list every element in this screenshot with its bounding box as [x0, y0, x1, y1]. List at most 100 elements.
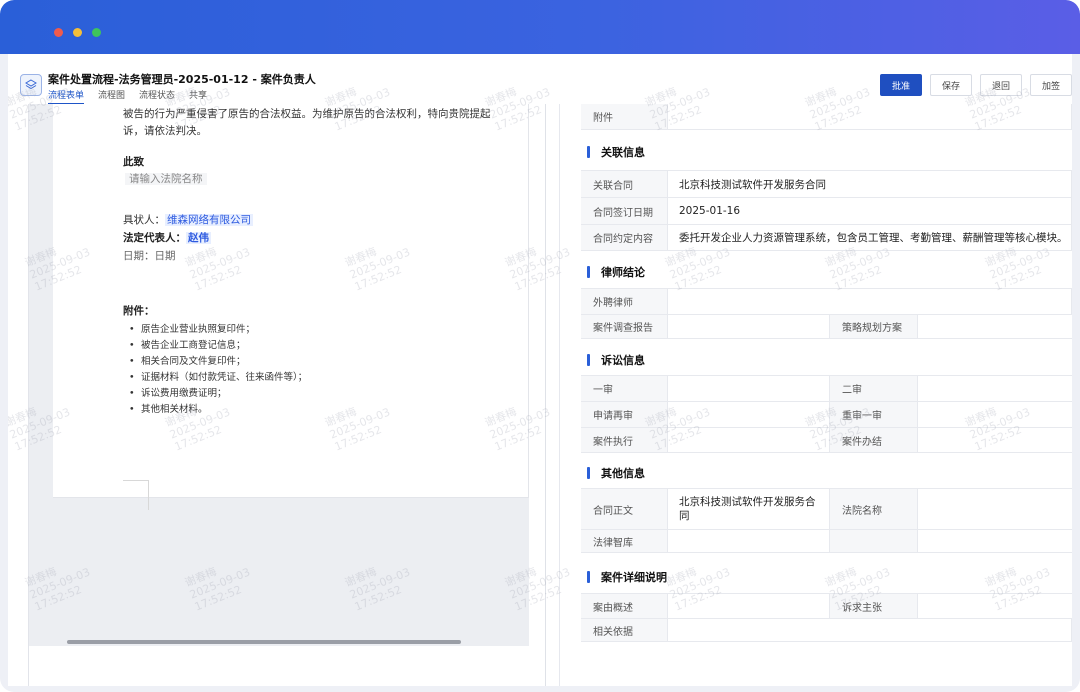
plaintiff-value[interactable]: 维森网络有限公司	[165, 214, 253, 226]
contract-text-label: 合同正文	[581, 489, 668, 529]
doc-closing: 此致	[123, 156, 144, 168]
action-bar: 批准 保存 退回 加签	[880, 74, 1072, 96]
attachments-list: 原告企业营业执照复印件； 被告企业工商登记信息； 相关合同及文件复印件； 证据材…	[129, 322, 307, 418]
document-pane: 被告的行为严重侵害了原告的合法权益。为维护原告的合法权利，特向贵院提起 诉，请依…	[8, 104, 545, 686]
retrial-first-label: 重审一审	[830, 402, 918, 427]
tab-bar: 流程表单 流程图 流程状态 共享	[48, 88, 207, 105]
approve-button[interactable]: 批准	[880, 74, 922, 96]
close-window-icon[interactable]	[54, 28, 63, 37]
list-item: 原告企业营业执照复印件；	[129, 322, 307, 338]
form-row-execution: 案件执行 案件办结	[581, 427, 1072, 453]
form-row-contract-text: 合同正文 北京科技测试软件开发服务合同 法院名称	[581, 488, 1072, 529]
closure-field[interactable]	[918, 428, 1072, 452]
date-label: 日期：	[123, 250, 155, 262]
legal-db-label: 法律智库	[581, 530, 668, 552]
section-case-details: 案件详细说明	[587, 569, 667, 585]
window-frame: 案件处置流程-法务管理员-2025-01-12 - 案件负责人 流程表单 流程图…	[0, 0, 1080, 692]
attachments-title: 附件：	[123, 305, 155, 317]
section-title-text: 案件详细说明	[601, 571, 667, 584]
text-cursor-line	[123, 480, 148, 481]
basis-label: 相关依据	[581, 619, 668, 641]
list-item: 诉讼费用缴费证明；	[129, 386, 307, 402]
contract-field[interactable]: 北京科技测试软件开发服务合同	[668, 171, 1072, 197]
report-label: 案件调查报告	[581, 315, 668, 338]
app-window: 案件处置流程-法务管理员-2025-01-12 - 案件负责人 流程表单 流程图…	[8, 54, 1072, 686]
claim-field[interactable]	[918, 594, 1072, 618]
form-row-report: 案件调查报告 策略规划方案	[581, 314, 1072, 339]
section-other-info: 其他信息	[587, 465, 645, 481]
tab-status[interactable]: 流程状态	[139, 88, 175, 105]
contract-label: 关联合同	[581, 171, 668, 197]
page-header: 案件处置流程-法务管理员-2025-01-12 - 案件负责人 流程表单 流程图…	[8, 54, 1072, 105]
form-row-trial: 一审 二审	[581, 375, 1072, 401]
list-item: 被告企业工商登记信息；	[129, 338, 307, 354]
external-lawyer-label: 外聘律师	[581, 289, 668, 314]
horizontal-scrollbar[interactable]	[67, 640, 461, 644]
list-item: 证据材料（如付款凭证、往来函件等）；	[129, 370, 307, 386]
court-name-label: 法院名称	[830, 489, 918, 529]
doc-paragraph-line-1: 被告的行为严重侵害了原告的合法权益。为维护原告的合法权利，特向贵院提起	[123, 108, 491, 120]
form-row-legal-db: 法律智库	[581, 529, 1072, 553]
strategy-field[interactable]	[918, 315, 1072, 338]
summary-field[interactable]	[668, 594, 830, 618]
second-trial-label: 二审	[830, 376, 918, 401]
list-item: 相关合同及文件复印件；	[129, 354, 307, 370]
court-name-placeholder[interactable]: 请输入法院名称	[125, 173, 207, 185]
report-field[interactable]	[668, 315, 830, 338]
legal-db-empty-field	[918, 530, 1072, 552]
sign-date-field[interactable]: 2025-01-16	[668, 198, 1072, 224]
date-value[interactable]: 日期	[155, 250, 176, 262]
legal-db-empty-label	[830, 530, 918, 552]
plaintiff-label: 具状人：	[123, 214, 165, 226]
second-trial-field[interactable]	[918, 376, 1072, 401]
document-page: 被告的行为严重侵害了原告的合法权益。为维护原告的合法权利，特向贵院提起 诉，请依…	[53, 104, 529, 510]
execution-field[interactable]	[668, 428, 830, 452]
form-row-content: 合同约定内容 委托开发企业人力资源管理系统，包含员工管理、考勤管理、薪酬管理等核…	[581, 224, 1072, 251]
execution-label: 案件执行	[581, 428, 668, 452]
form-row-contract: 关联合同 北京科技测试软件开发服务合同	[581, 170, 1072, 197]
page-title: 案件处置流程-法务管理员-2025-01-12 - 案件负责人	[48, 73, 316, 86]
section-title-text: 其他信息	[601, 467, 645, 480]
list-item: 其他相关材料。	[129, 402, 307, 418]
sign-date-label: 合同签订日期	[581, 198, 668, 224]
window-titlebar	[0, 0, 1080, 54]
countersign-button[interactable]: 加签	[1030, 74, 1072, 96]
section-related-info: 关联信息	[587, 144, 645, 160]
layers-icon	[20, 74, 42, 96]
save-button[interactable]: 保存	[930, 74, 972, 96]
strategy-label: 策略规划方案	[830, 315, 918, 338]
return-button[interactable]: 退回	[980, 74, 1022, 96]
retrial-label: 申请再审	[581, 402, 668, 427]
legal-db-field[interactable]	[668, 530, 830, 552]
pane-splitter[interactable]	[545, 104, 546, 686]
court-name-field[interactable]	[918, 489, 1072, 529]
tab-flowchart[interactable]: 流程图	[98, 88, 125, 105]
summary-label: 案由概述	[581, 594, 668, 618]
closure-label: 案件办结	[830, 428, 918, 452]
section-title-text: 律师结论	[601, 266, 645, 279]
legal-rep-label: 法定代表人：	[123, 232, 186, 244]
contract-text-field[interactable]: 北京科技测试软件开发服务合同	[668, 489, 830, 529]
legal-rep-value[interactable]: 赵伟	[186, 232, 211, 244]
text-cursor	[148, 480, 149, 510]
tab-form[interactable]: 流程表单	[48, 88, 85, 105]
external-lawyer-field[interactable]	[668, 289, 1072, 314]
first-trial-field[interactable]	[668, 376, 830, 401]
maximize-window-icon[interactable]	[92, 28, 101, 37]
form-row-external-lawyer: 外聘律师	[581, 288, 1072, 314]
retrial-field[interactable]	[668, 402, 830, 427]
document-viewer[interactable]: 被告的行为严重侵害了原告的合法权益。为维护原告的合法权利，特向贵院提起 诉，请依…	[29, 104, 529, 646]
tab-share[interactable]: 共享	[189, 88, 207, 105]
retrial-first-field[interactable]	[918, 402, 1072, 427]
form-row-sign-date: 合同签订日期 2025-01-16	[581, 197, 1072, 224]
doc-paragraph-line-2: 诉，请依法判决。	[123, 125, 207, 137]
section-title-text: 关联信息	[601, 146, 645, 159]
form-row-summary: 案由概述 诉求主张	[581, 593, 1072, 618]
minimize-window-icon[interactable]	[73, 28, 82, 37]
content-field[interactable]: 委托开发企业人力资源管理系统，包含员工管理、考勤管理、薪酬管理等核心模块。	[668, 225, 1072, 250]
content-label: 合同约定内容	[581, 225, 668, 250]
basis-field[interactable]	[668, 619, 1072, 641]
form-pane: 附件 关联信息 关联合同 北京科技测试软件开发服务合同 合同签订日期 2025-…	[560, 104, 1072, 686]
attachment-field[interactable]	[668, 104, 1072, 129]
claim-label: 诉求主张	[830, 594, 918, 618]
